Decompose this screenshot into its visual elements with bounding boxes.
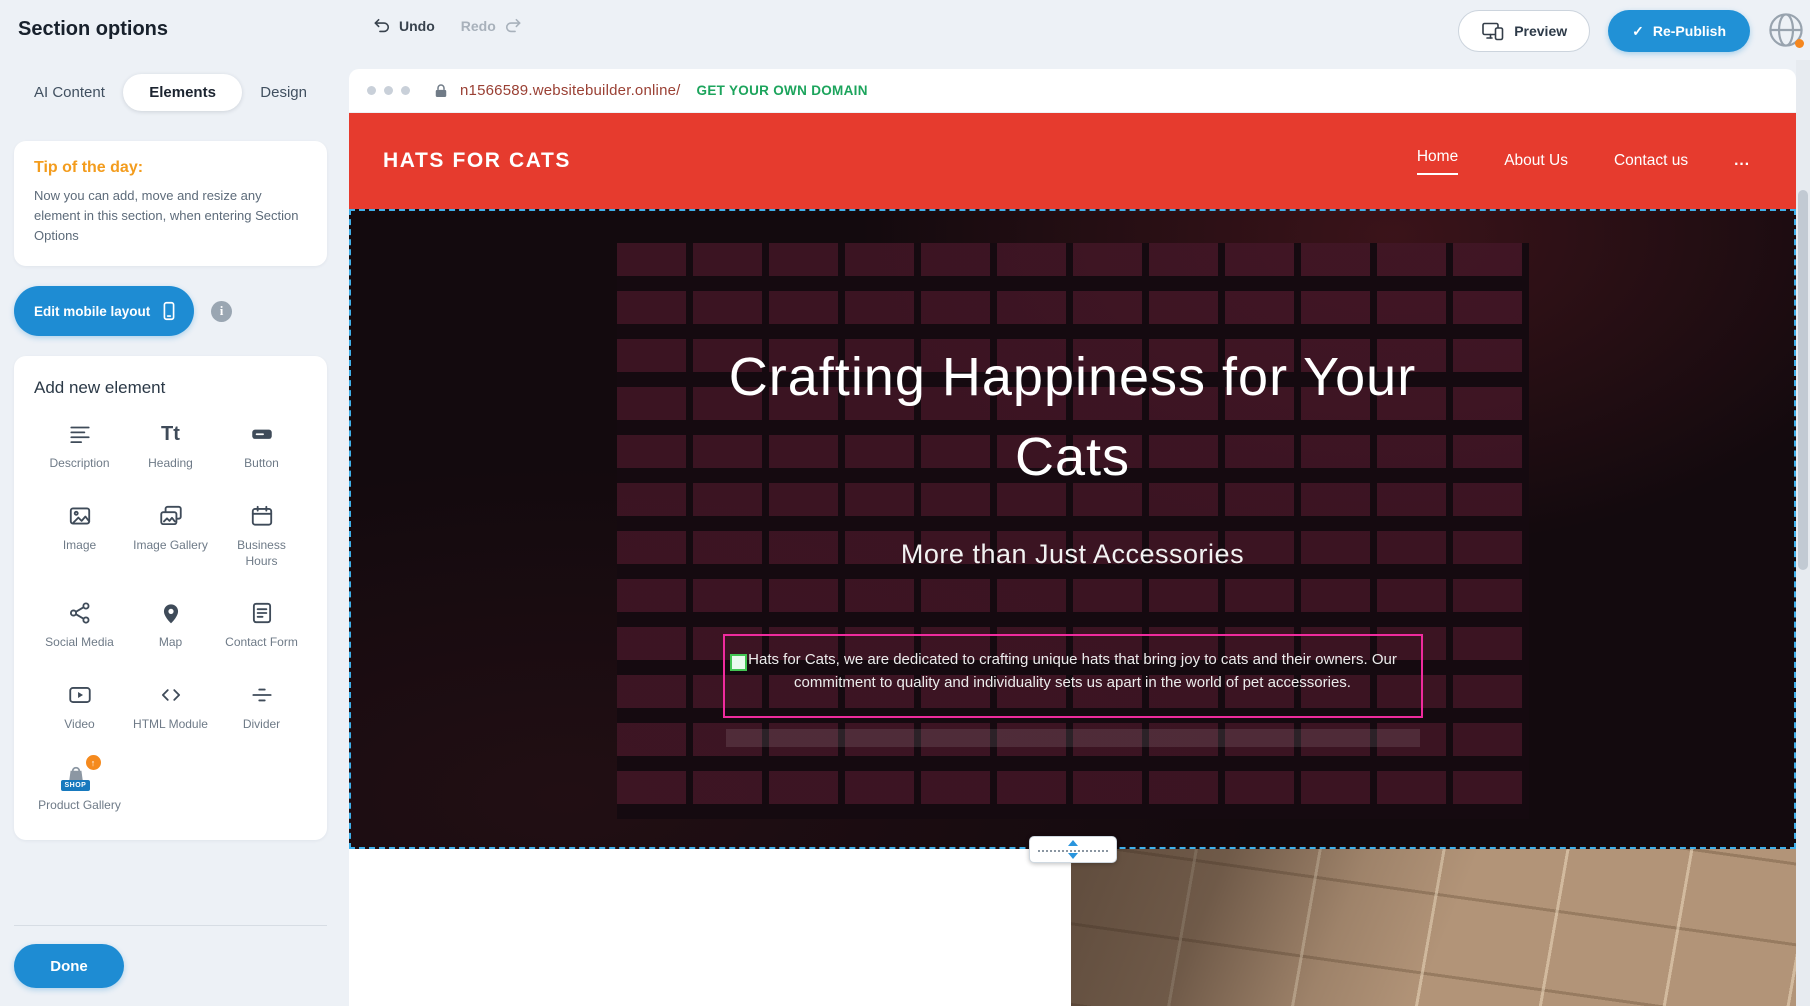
- element-html-module[interactable]: HTML Module: [125, 679, 216, 733]
- tab-ai-content[interactable]: AI Content: [28, 74, 111, 111]
- video-icon: [67, 679, 93, 711]
- check-icon: ✓: [1632, 23, 1644, 40]
- preview-button[interactable]: Preview: [1458, 10, 1590, 52]
- nav-home[interactable]: Home: [1417, 148, 1458, 175]
- nav-more-icon[interactable]: ...: [1734, 152, 1750, 170]
- tab-design[interactable]: Design: [254, 74, 313, 111]
- globe-button[interactable]: [1764, 8, 1808, 52]
- element-heading[interactable]: Tt Heading: [125, 418, 216, 472]
- tip-of-the-day-card: Tip of the day: Now you can add, move an…: [14, 141, 327, 266]
- html-module-icon: [158, 679, 184, 711]
- undo-redo-group: Undo Redo: [372, 16, 523, 36]
- business-hours-icon: [249, 500, 275, 532]
- lock-icon: [432, 82, 450, 100]
- preview-label: Preview: [1514, 23, 1567, 39]
- element-contact-form[interactable]: Contact Form: [216, 597, 307, 651]
- next-section-stone-image: [1071, 849, 1796, 1006]
- next-section[interactable]: [349, 849, 1796, 1006]
- republish-label: Re-Publish: [1653, 23, 1726, 39]
- add-new-element-title: Add new element: [34, 378, 307, 398]
- phone-icon: [158, 300, 180, 322]
- element-map[interactable]: Map: [125, 597, 216, 651]
- window-controls: [367, 86, 410, 95]
- heading-icon: Tt: [161, 418, 180, 450]
- element-image[interactable]: Image: [34, 500, 125, 569]
- button-icon: [249, 418, 275, 450]
- shop-banner: SHOP: [61, 780, 91, 791]
- preview-devices-icon: [1481, 19, 1505, 43]
- edit-mobile-layout-label: Edit mobile layout: [34, 304, 150, 319]
- get-your-own-domain-link[interactable]: GET YOUR OWN DOMAIN: [697, 83, 868, 98]
- done-button[interactable]: Done: [14, 944, 124, 988]
- divider-icon: [249, 679, 275, 711]
- page-scrollbar[interactable]: [1796, 60, 1810, 1006]
- tab-elements[interactable]: Elements: [123, 74, 242, 111]
- element-business-hours[interactable]: Business Hours: [216, 500, 307, 569]
- product-gallery-icon: SHOP ↑: [63, 761, 97, 791]
- contact-form-icon: [249, 597, 275, 629]
- redo-label: Redo: [461, 18, 496, 34]
- site-url: n1566589.websitebuilder.online/: [460, 82, 681, 99]
- republish-button[interactable]: ✓ Re-Publish: [1608, 10, 1750, 52]
- info-icon[interactable]: i: [211, 301, 232, 322]
- undo-icon: [372, 16, 392, 36]
- page-title: Section options: [18, 18, 168, 41]
- map-pin-icon: [158, 597, 184, 629]
- nav-contact-us[interactable]: Contact us: [1614, 152, 1688, 170]
- element-product-gallery[interactable]: SHOP ↑ Product Gallery: [34, 760, 125, 814]
- sidebar-divider: [14, 925, 327, 926]
- image-gallery-icon: [158, 500, 184, 532]
- nav-about-us[interactable]: About Us: [1504, 152, 1568, 170]
- site-nav: Home About Us Contact us ...: [1417, 148, 1796, 175]
- edit-mobile-layout-button[interactable]: Edit mobile layout: [14, 286, 194, 336]
- mobile-layout-row: Edit mobile layout i: [14, 286, 327, 336]
- notification-dot: [1795, 39, 1804, 48]
- hero-subheading[interactable]: More than Just Accessories: [349, 539, 1796, 570]
- image-icon: [67, 500, 93, 532]
- site-header[interactable]: HATS FOR CATS Home About Us Contact us .…: [349, 113, 1796, 209]
- element-image-gallery[interactable]: Image Gallery: [125, 500, 216, 569]
- browser-bar: n1566589.websitebuilder.online/ GET YOUR…: [349, 69, 1796, 113]
- tip-title: Tip of the day:: [34, 159, 307, 177]
- tip-body: Now you can add, move and resize any ele…: [34, 186, 307, 246]
- redo-button[interactable]: Redo: [461, 16, 523, 36]
- element-description[interactable]: Description: [34, 418, 125, 472]
- redo-icon: [503, 16, 523, 36]
- selected-text-element[interactable]: Hats for Cats, we are dedicated to craft…: [723, 634, 1423, 718]
- undo-label: Undo: [399, 18, 435, 34]
- description-icon: [67, 418, 93, 450]
- topbar: Section options Undo Redo Preview ✓ Re-P…: [0, 0, 1810, 60]
- hero-paragraph[interactable]: Hats for Cats, we are dedicated to craft…: [739, 648, 1407, 695]
- upgrade-badge-icon: ↑: [86, 755, 101, 770]
- arrow-up-icon: [1068, 840, 1078, 846]
- arrow-down-icon: [1068, 853, 1078, 859]
- sidebar: AI Content Elements Design Tip of the da…: [0, 60, 349, 1006]
- element-video[interactable]: Video: [34, 679, 125, 733]
- section-height-drag-handle[interactable]: [1029, 836, 1117, 863]
- hero-section[interactable]: Crafting Happiness for Your Cats More th…: [349, 209, 1796, 849]
- add-new-element-card: Add new element Description Tt Heading B…: [14, 356, 327, 840]
- sidebar-tabs: AI Content Elements Design: [14, 74, 327, 111]
- undo-button[interactable]: Undo: [372, 16, 435, 36]
- element-grid: Description Tt Heading Button Image Imag…: [34, 418, 307, 814]
- element-button[interactable]: Button: [216, 418, 307, 472]
- site-preview: HATS FOR CATS Home About Us Contact us .…: [349, 113, 1796, 1006]
- element-resize-handle[interactable]: [730, 654, 747, 671]
- element-social-media[interactable]: Social Media: [34, 597, 125, 651]
- element-hover-strip: [726, 729, 1420, 747]
- hero-heading[interactable]: Crafting Happiness for Your Cats: [349, 337, 1796, 497]
- site-logo[interactable]: HATS FOR CATS: [383, 149, 571, 173]
- next-section-white-area: [349, 849, 1071, 1006]
- social-media-icon: [67, 597, 93, 629]
- scrollbar-thumb[interactable]: [1798, 190, 1808, 570]
- topbar-actions: Preview ✓ Re-Publish: [1458, 10, 1750, 52]
- editor-canvas: n1566589.websitebuilder.online/ GET YOUR…: [349, 69, 1796, 1006]
- element-divider[interactable]: Divider: [216, 679, 307, 733]
